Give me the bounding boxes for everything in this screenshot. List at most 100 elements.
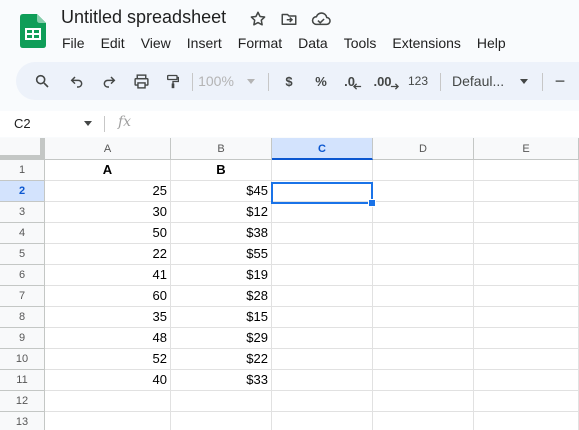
increase-decimal-button[interactable]: .00 bbox=[372, 62, 400, 100]
cell-c10[interactable] bbox=[272, 349, 373, 370]
active-cell-selection[interactable] bbox=[271, 182, 373, 204]
row-header[interactable]: 4 bbox=[0, 223, 45, 244]
cell-c13[interactable] bbox=[272, 412, 373, 430]
cell-e10[interactable] bbox=[474, 349, 579, 370]
cell-a11[interactable]: 40 bbox=[45, 370, 171, 391]
decrease-font-size-button[interactable]: − bbox=[552, 62, 568, 100]
cell-e12[interactable] bbox=[474, 391, 579, 412]
cell-a5[interactable]: 22 bbox=[45, 244, 171, 265]
more-formats-button[interactable]: 123 bbox=[406, 62, 430, 100]
fill-handle[interactable] bbox=[368, 199, 376, 207]
font-family-select[interactable]: Defaul... bbox=[452, 62, 516, 100]
percent-format-button[interactable]: % bbox=[312, 62, 330, 100]
cell-c6[interactable] bbox=[272, 265, 373, 286]
cell-b4[interactable]: $38 bbox=[171, 223, 272, 244]
column-header-e[interactable]: E bbox=[474, 138, 579, 160]
cell-e13[interactable] bbox=[474, 412, 579, 430]
menu-data[interactable]: Data bbox=[290, 33, 336, 53]
cell-e7[interactable] bbox=[474, 286, 579, 307]
cell-c7[interactable] bbox=[272, 286, 373, 307]
name-box-dropdown-icon[interactable] bbox=[84, 121, 92, 126]
row-header[interactable]: 11 bbox=[0, 370, 45, 391]
select-all-corner[interactable] bbox=[0, 138, 45, 160]
cell-e3[interactable] bbox=[474, 202, 579, 223]
cell-b9[interactable]: $29 bbox=[171, 328, 272, 349]
cell-a1[interactable]: A bbox=[45, 160, 171, 181]
cell-d1[interactable] bbox=[373, 160, 474, 181]
move-to-folder-icon[interactable] bbox=[280, 10, 298, 28]
cell-b12[interactable] bbox=[171, 391, 272, 412]
menu-help[interactable]: Help bbox=[469, 33, 514, 53]
menu-tools[interactable]: Tools bbox=[336, 33, 385, 53]
cell-d5[interactable] bbox=[373, 244, 474, 265]
cell-a2[interactable]: 25 bbox=[45, 181, 171, 202]
cell-b8[interactable]: $15 bbox=[171, 307, 272, 328]
row-header[interactable]: 13 bbox=[0, 412, 45, 430]
paint-format-icon[interactable] bbox=[160, 62, 186, 100]
cell-a9[interactable]: 48 bbox=[45, 328, 171, 349]
cloud-status-icon[interactable] bbox=[311, 10, 331, 28]
cell-a4[interactable]: 50 bbox=[45, 223, 171, 244]
font-dropdown-arrow-icon[interactable] bbox=[520, 79, 528, 84]
cell-c12[interactable] bbox=[272, 391, 373, 412]
cell-e8[interactable] bbox=[474, 307, 579, 328]
cell-a3[interactable]: 30 bbox=[45, 202, 171, 223]
row-header[interactable]: 6 bbox=[0, 265, 45, 286]
cell-c4[interactable] bbox=[272, 223, 373, 244]
currency-format-button[interactable]: $ bbox=[280, 62, 298, 100]
menu-edit[interactable]: Edit bbox=[93, 33, 133, 53]
cell-d13[interactable] bbox=[373, 412, 474, 430]
cell-d3[interactable] bbox=[373, 202, 474, 223]
row-header[interactable]: 2 bbox=[0, 181, 45, 202]
cell-d7[interactable] bbox=[373, 286, 474, 307]
cell-a7[interactable]: 60 bbox=[45, 286, 171, 307]
cell-e2[interactable] bbox=[474, 181, 579, 202]
decrease-decimal-button[interactable]: .0 bbox=[340, 62, 366, 100]
name-box[interactable]: C2 bbox=[0, 111, 102, 137]
menu-file[interactable]: File bbox=[54, 33, 93, 53]
cell-c8[interactable] bbox=[272, 307, 373, 328]
menu-view[interactable]: View bbox=[133, 33, 179, 53]
cell-d10[interactable] bbox=[373, 349, 474, 370]
star-icon[interactable] bbox=[249, 10, 267, 28]
row-header[interactable]: 3 bbox=[0, 202, 45, 223]
undo-icon[interactable] bbox=[64, 62, 90, 100]
cell-b7[interactable]: $28 bbox=[171, 286, 272, 307]
cell-b10[interactable]: $22 bbox=[171, 349, 272, 370]
cell-b3[interactable]: $12 bbox=[171, 202, 272, 223]
row-header[interactable]: 9 bbox=[0, 328, 45, 349]
cell-a12[interactable] bbox=[45, 391, 171, 412]
row-header[interactable]: 7 bbox=[0, 286, 45, 307]
search-icon[interactable] bbox=[30, 62, 54, 100]
cell-c3[interactable] bbox=[272, 202, 373, 223]
row-header[interactable]: 5 bbox=[0, 244, 45, 265]
cell-b5[interactable]: $55 bbox=[171, 244, 272, 265]
row-header[interactable]: 10 bbox=[0, 349, 45, 370]
cell-d6[interactable] bbox=[373, 265, 474, 286]
cell-c1[interactable] bbox=[272, 160, 373, 181]
redo-icon[interactable] bbox=[96, 62, 122, 100]
cell-e9[interactable] bbox=[474, 328, 579, 349]
column-header-c[interactable]: C bbox=[272, 138, 373, 160]
cell-e11[interactable] bbox=[474, 370, 579, 391]
cell-d8[interactable] bbox=[373, 307, 474, 328]
row-header[interactable]: 8 bbox=[0, 307, 45, 328]
cell-b6[interactable]: $19 bbox=[171, 265, 272, 286]
menu-extensions[interactable]: Extensions bbox=[384, 33, 468, 53]
cell-e5[interactable] bbox=[474, 244, 579, 265]
menu-format[interactable]: Format bbox=[230, 33, 290, 53]
row-header[interactable]: 1 bbox=[0, 160, 45, 181]
cell-e4[interactable] bbox=[474, 223, 579, 244]
sheets-logo-icon[interactable] bbox=[20, 14, 46, 48]
cell-a13[interactable] bbox=[45, 412, 171, 430]
cell-e1[interactable] bbox=[474, 160, 579, 181]
cell-d12[interactable] bbox=[373, 391, 474, 412]
cell-d4[interactable] bbox=[373, 223, 474, 244]
zoom-select[interactable]: 100% bbox=[196, 62, 236, 100]
cell-b11[interactable]: $33 bbox=[171, 370, 272, 391]
cell-b1[interactable]: B bbox=[171, 160, 272, 181]
cell-d2[interactable] bbox=[373, 181, 474, 202]
cell-c11[interactable] bbox=[272, 370, 373, 391]
cell-e6[interactable] bbox=[474, 265, 579, 286]
cell-d9[interactable] bbox=[373, 328, 474, 349]
